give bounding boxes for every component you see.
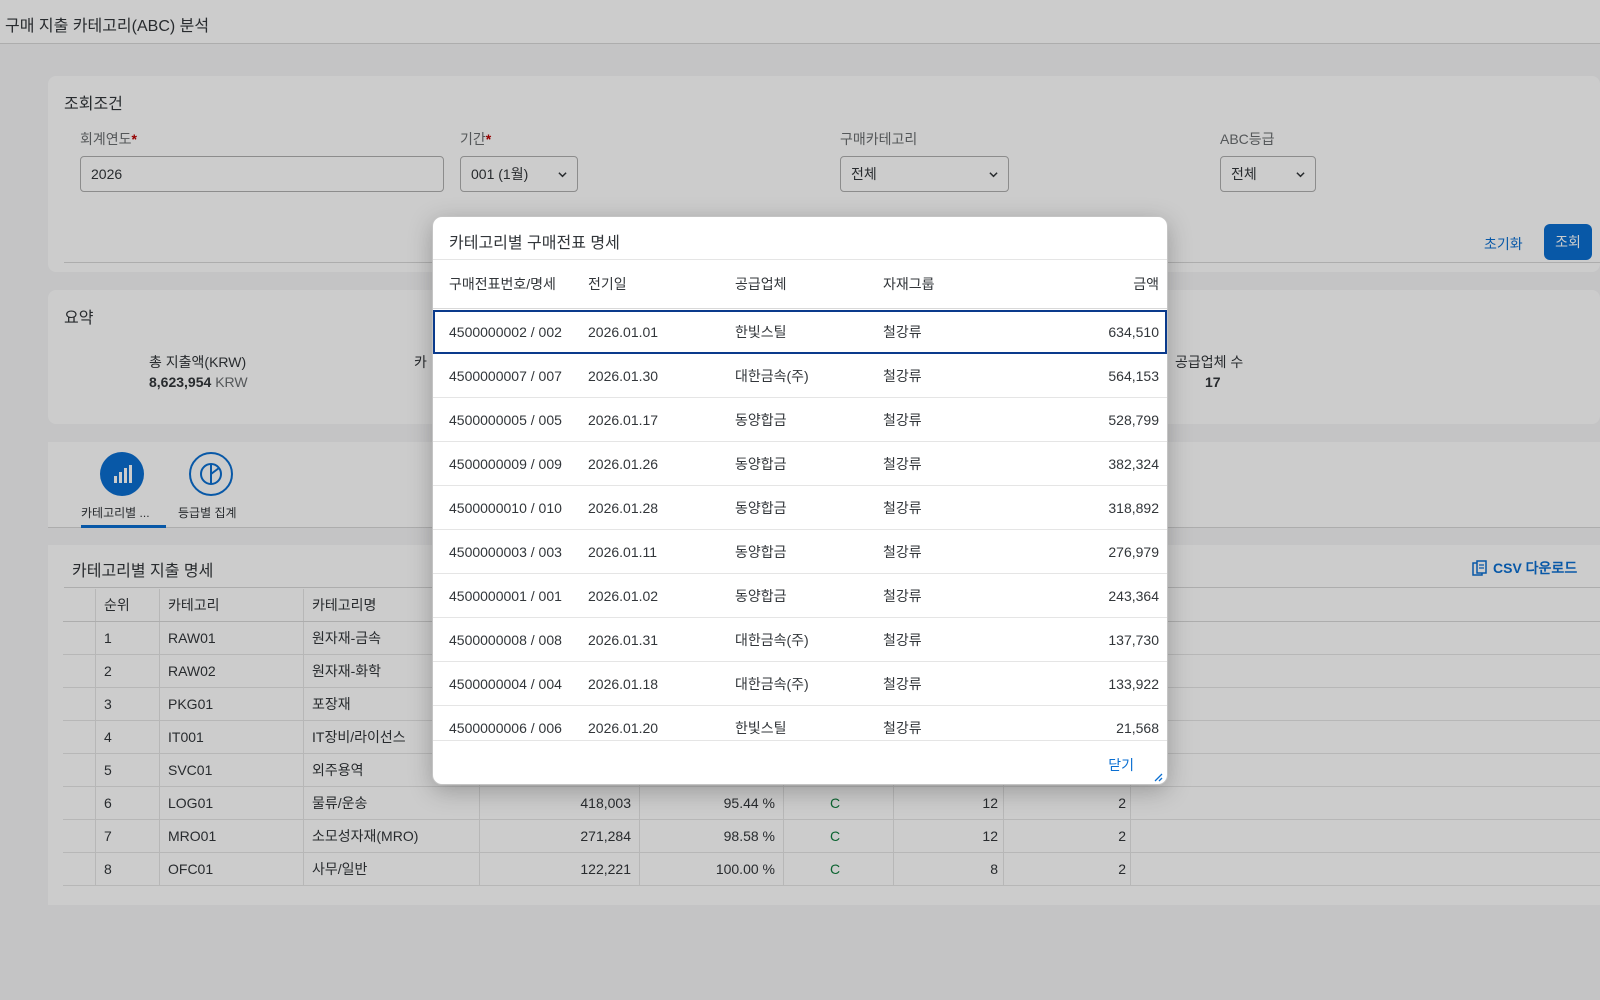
dialog-col-date[interactable]: 전기일 [588,260,627,308]
dialog-cell-group: 철강류 [883,455,922,472]
dialog-cell-group: 철강류 [883,324,922,340]
dialog-col-doc[interactable]: 구매전표번호/명세 [449,260,556,308]
dialog-cell-doc: 4500000001 / 001 [449,587,562,604]
dialog-cell-date: 2026.01.17 [588,411,659,428]
dialog-cell-doc: 4500000004 / 004 [449,675,562,692]
dialog-cell-group: 철강류 [883,543,922,560]
dialog-row[interactable]: 4500000004 / 004 2026.01.18 대한금속(주) 철강류 133,… [433,662,1167,706]
dialog-cell-doc: 4500000010 / 010 [449,499,562,516]
dialog-cell-vendor: 동양합금 [735,543,787,560]
dialog-cell-vendor: 대한금속(주) [735,675,809,692]
dialog-cell-amount: 318,892 [1108,499,1159,516]
dialog-row[interactable]: 4500000001 / 001 2026.01.02 동양합금 철강류 243,364 [433,574,1167,618]
dialog-cell-date: 2026.01.28 [588,499,659,516]
dialog-cell-doc: 4500000007 / 007 [449,367,562,384]
dialog-cell-date: 2026.01.20 [588,719,659,736]
dialog-cell-amount: 634,510 [1108,324,1159,340]
dialog-cell-doc: 4500000006 / 006 [449,719,562,736]
dialog-cell-amount: 276,979 [1108,543,1159,560]
close-button[interactable]: 닫기 [1108,755,1134,775]
dialog-cell-date: 2026.01.11 [588,543,658,560]
dialog-cell-vendor: 한빛스틸 [735,719,787,736]
dialog-cell-amount: 133,922 [1108,675,1159,692]
dialog-row[interactable]: 4500000005 / 005 2026.01.17 동양합금 철강류 528,799 [433,398,1167,442]
dialog-row[interactable]: 4500000010 / 010 2026.01.28 동양합금 철강류 318,892 [433,486,1167,530]
dialog-cell-doc: 4500000005 / 005 [449,411,562,428]
dialog-cell-group: 철강류 [883,587,922,604]
dialog-col-vendor[interactable]: 공급업체 [735,260,787,308]
dialog-footer: 닫기 [433,740,1167,784]
dialog-cell-date: 2026.01.01 [588,324,659,340]
dialog-cell-amount: 21,568 [1116,719,1159,736]
dialog-cell-vendor: 동양합금 [735,411,787,428]
dialog-cell-group: 철강류 [883,367,922,384]
dialog-cell-vendor: 한빛스틸 [735,324,787,340]
dialog-row[interactable]: 4500000008 / 008 2026.01.31 대한금속(주) 철강류 137,… [433,618,1167,662]
dialog-table-body: 4500000002 / 002 2026.01.01 한빛스틸 철강류 634,510… [433,310,1167,740]
dialog-column-header: 구매전표번호/명세 전기일 공급업체 자재그룹 금액 [433,260,1167,309]
dialog-row[interactable]: 4500000003 / 003 2026.01.11 동양합금 철강류 276,979 [433,530,1167,574]
dialog-title: 카테고리별 구매전표 명세 [449,235,620,252]
dialog-cell-amount: 564,153 [1108,367,1159,384]
dialog-cell-date: 2026.01.18 [588,675,659,692]
dialog-row[interactable]: 4500000006 / 006 2026.01.20 한빛스틸 철강류 21,568 [433,706,1167,740]
dialog-cell-amount: 243,364 [1108,587,1159,604]
dialog-cell-date: 2026.01.31 [588,631,659,648]
dialog-cell-vendor: 대한금속(주) [735,631,809,648]
po-detail-dialog: 카테고리별 구매전표 명세 구매전표번호/명세 전기일 공급업체 자재그룹 금액… [432,216,1168,785]
dialog-col-group[interactable]: 자재그룹 [883,260,935,308]
dialog-cell-vendor: 동양합금 [735,455,787,472]
dialog-cell-amount: 137,730 [1108,631,1159,648]
dialog-col-amount[interactable]: 금액 [1133,260,1159,308]
dialog-cell-doc: 4500000003 / 003 [449,543,562,560]
dialog-cell-amount: 528,799 [1108,411,1159,428]
dialog-cell-date: 2026.01.26 [588,455,659,472]
dialog-cell-group: 철강류 [883,675,922,692]
dialog-cell-date: 2026.01.02 [588,587,659,604]
dialog-cell-group: 철강류 [883,631,922,648]
dialog-cell-date: 2026.01.30 [588,367,659,384]
dialog-cell-doc: 4500000009 / 009 [449,455,562,472]
dialog-row[interactable]: 4500000002 / 002 2026.01.01 한빛스틸 철강류 634,510 [433,310,1167,354]
dialog-cell-vendor: 동양합금 [735,499,787,516]
resize-handle-icon[interactable] [1153,772,1163,782]
dialog-cell-vendor: 동양합금 [735,587,787,604]
dialog-cell-group: 철강류 [883,411,922,428]
dialog-cell-group: 철강류 [883,719,922,736]
dialog-cell-doc: 4500000002 / 002 [449,324,562,340]
dialog-row[interactable]: 4500000007 / 007 2026.01.30 대한금속(주) 철강류 564,… [433,354,1167,398]
dialog-row[interactable]: 4500000009 / 009 2026.01.26 동양합금 철강류 382,324 [433,442,1167,486]
dialog-cell-amount: 382,324 [1108,455,1159,472]
dialog-cell-group: 철강류 [883,499,922,516]
dialog-cell-vendor: 대한금속(주) [735,367,809,384]
dialog-cell-doc: 4500000008 / 008 [449,631,562,648]
